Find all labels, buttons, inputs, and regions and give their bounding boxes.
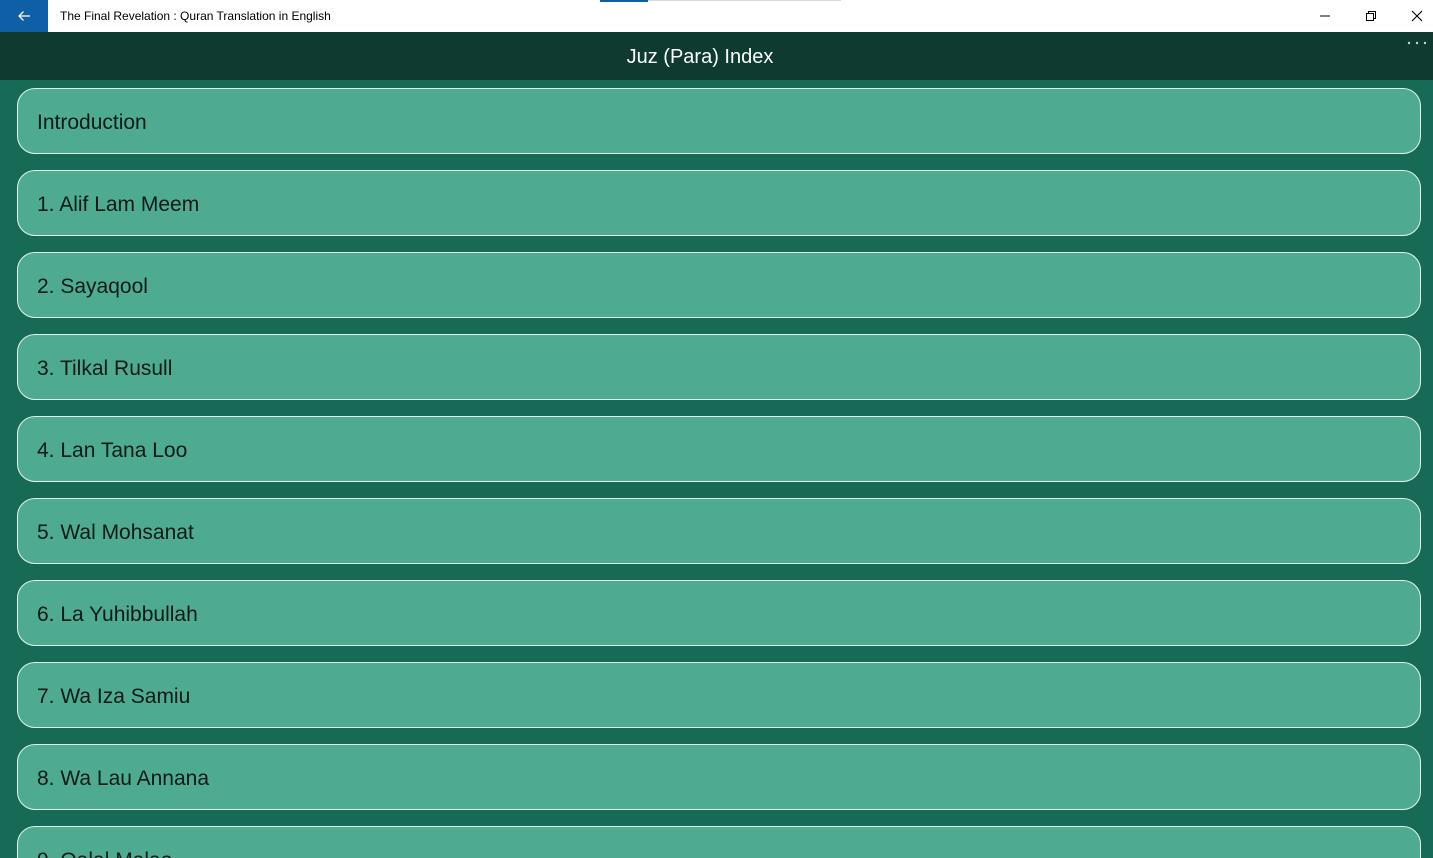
juz-item-6[interactable]: 6. La Yuhibbullah xyxy=(17,580,1421,646)
juz-item-label: 5. Wal Mohsanat xyxy=(37,521,194,544)
juz-item-4[interactable]: 4. Lan Tana Loo xyxy=(17,416,1421,482)
juz-item-1[interactable]: 1. Alif Lam Meem xyxy=(17,170,1421,236)
page-title: Juz (Para) Index xyxy=(626,46,774,68)
title-accent-bar xyxy=(600,0,648,2)
more-options-button[interactable] xyxy=(1400,40,1433,64)
title-bar: The Final Revelation : Quran Translation… xyxy=(0,0,1433,32)
back-arrow-icon xyxy=(18,11,30,21)
restore-button[interactable] xyxy=(1348,0,1394,32)
juz-item-3[interactable]: 3. Tilkal Rusull xyxy=(17,334,1421,400)
juz-item-2[interactable]: 2. Sayaqool xyxy=(17,252,1421,318)
page-header: Juz (Para) Index xyxy=(0,32,1433,80)
back-button[interactable] xyxy=(0,0,48,32)
juz-item-label: 6. La Yuhibbullah xyxy=(37,603,198,626)
title-accent-line xyxy=(648,0,841,1)
juz-item-8[interactable]: 8. Wa Lau Annana xyxy=(17,744,1421,810)
juz-item-9[interactable]: 9. Qalal Malao xyxy=(17,826,1421,858)
more-ellipsis-icon xyxy=(1407,41,1426,45)
close-button[interactable] xyxy=(1394,0,1433,32)
juz-item-label: 9. Qalal Malao xyxy=(37,827,172,858)
close-icon xyxy=(1411,10,1423,22)
juz-item-label: 1. Alif Lam Meem xyxy=(37,193,200,216)
minimize-icon xyxy=(1320,15,1330,17)
juz-item-5[interactable]: 5. Wal Mohsanat xyxy=(17,498,1421,564)
juz-item-label: 8. Wa Lau Annana xyxy=(37,767,210,790)
juz-item-label: 7. Wa Iza Samiu xyxy=(37,685,191,708)
window-title: The Final Revelation : Quran Translation… xyxy=(60,9,331,23)
app-window: The Final Revelation : Quran Translation… xyxy=(0,0,1433,858)
juz-item-label: 3. Tilkal Rusull xyxy=(37,357,173,380)
juz-item-label: 2. Sayaqool xyxy=(37,275,148,298)
juz-item-7[interactable]: 7. Wa Iza Samiu xyxy=(17,662,1421,728)
juz-item-label: Introduction xyxy=(37,111,147,134)
minimize-button[interactable] xyxy=(1302,0,1348,32)
juz-item-label: 4. Lan Tana Loo xyxy=(37,439,188,462)
restore-icon xyxy=(1366,11,1376,21)
juz-item-introduction[interactable]: Introduction xyxy=(17,88,1421,154)
